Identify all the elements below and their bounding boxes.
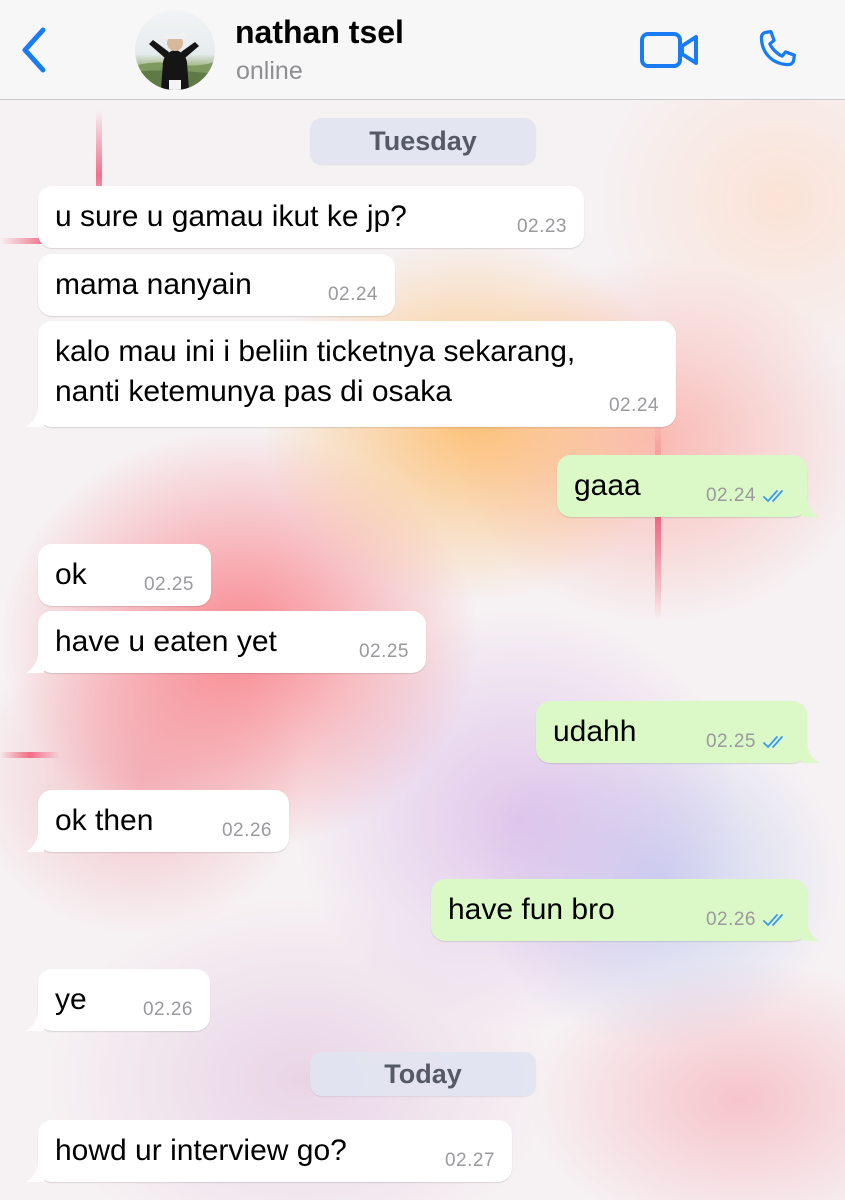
read-ticks-icon (762, 912, 790, 928)
message-time: 02.26 (221, 820, 272, 841)
message-text: ok then (55, 804, 154, 837)
message-meta: 02.24 (706, 485, 790, 507)
bubble-tail (26, 399, 44, 427)
video-camera-icon (640, 32, 698, 68)
message-time: 02.25 (705, 731, 756, 752)
message-text: have fun bro (448, 893, 615, 926)
background-flare (655, 420, 661, 620)
message-text: ye (55, 983, 87, 1016)
bubble-tail (801, 489, 819, 517)
read-ticks-icon (762, 488, 790, 504)
message-time: 02.24 (608, 395, 659, 416)
message-bubble-outgoing[interactable]: have fun bro 02.26 (431, 879, 819, 941)
message-text: mama nanyain (55, 268, 252, 301)
bubble-tail (801, 913, 819, 941)
message-time: 02.24 (705, 485, 756, 506)
message-bubble-outgoing[interactable]: gaaa 02.24 (557, 455, 819, 517)
message-time: 02.26 (142, 999, 193, 1020)
message-time: 02.25 (143, 574, 194, 595)
message-bubble-incoming[interactable]: ok 02.25 (38, 544, 211, 606)
message-text-line-2: nanti ketemunya pas di osaka (55, 375, 452, 408)
video-call-button[interactable] (638, 24, 702, 76)
date-separator: Tuesday (310, 118, 536, 164)
message-time: 02.24 (327, 284, 378, 305)
message-bubble-incoming[interactable]: howd ur interview go? 02.27 (26, 1120, 512, 1182)
read-ticks-icon (762, 734, 790, 750)
message-text: gaaa (574, 469, 641, 502)
message-time: 02.23 (516, 216, 567, 237)
phone-icon (759, 29, 797, 67)
message-text: ok (55, 558, 87, 591)
message-time: 02.27 (444, 1150, 495, 1171)
date-separator: Today (310, 1052, 536, 1096)
message-bubble-incoming[interactable]: have u eaten yet 02.25 (26, 611, 426, 673)
chat-header: nathan tsel online (0, 0, 845, 100)
bubble-tail (26, 1003, 44, 1031)
message-text: u sure u gamau ikut ke jp? (55, 200, 407, 233)
back-button[interactable] (14, 24, 54, 76)
message-time: 02.26 (705, 909, 756, 930)
bubble-tail (26, 645, 44, 673)
message-time: 02.25 (358, 641, 409, 662)
background-flare (0, 752, 60, 758)
chevron-left-icon (22, 27, 46, 73)
avatar[interactable] (135, 10, 215, 90)
contact-name[interactable]: nathan tsel (235, 14, 404, 51)
message-bubble-incoming[interactable]: mama nanyain 02.24 (38, 254, 395, 316)
message-bubble-incoming[interactable]: u sure u gamau ikut ke jp? 02.23 (38, 186, 584, 248)
message-bubble-incoming[interactable]: ye 02.26 (26, 969, 210, 1031)
bubble-tail (26, 824, 44, 852)
message-text: have u eaten yet (55, 625, 277, 658)
message-meta: 02.26 (706, 909, 790, 931)
avatar-photo (135, 34, 215, 90)
bubble-tail (26, 1154, 44, 1182)
message-text: howd ur interview go? (55, 1134, 347, 1167)
message-bubble-incoming[interactable]: kalo mau ini i beliin ticketnya sekarang… (26, 321, 676, 427)
bubble-tail (801, 735, 819, 763)
contact-status: online (236, 57, 303, 85)
voice-call-button[interactable] (748, 22, 804, 78)
message-bubble-incoming[interactable]: ok then 02.26 (26, 790, 289, 852)
message-text: udahh (553, 715, 637, 748)
message-text-line-1: kalo mau ini i beliin ticketnya sekarang… (55, 335, 576, 368)
message-bubble-outgoing[interactable]: udahh 02.25 (536, 701, 819, 763)
message-meta: 02.25 (706, 731, 790, 753)
